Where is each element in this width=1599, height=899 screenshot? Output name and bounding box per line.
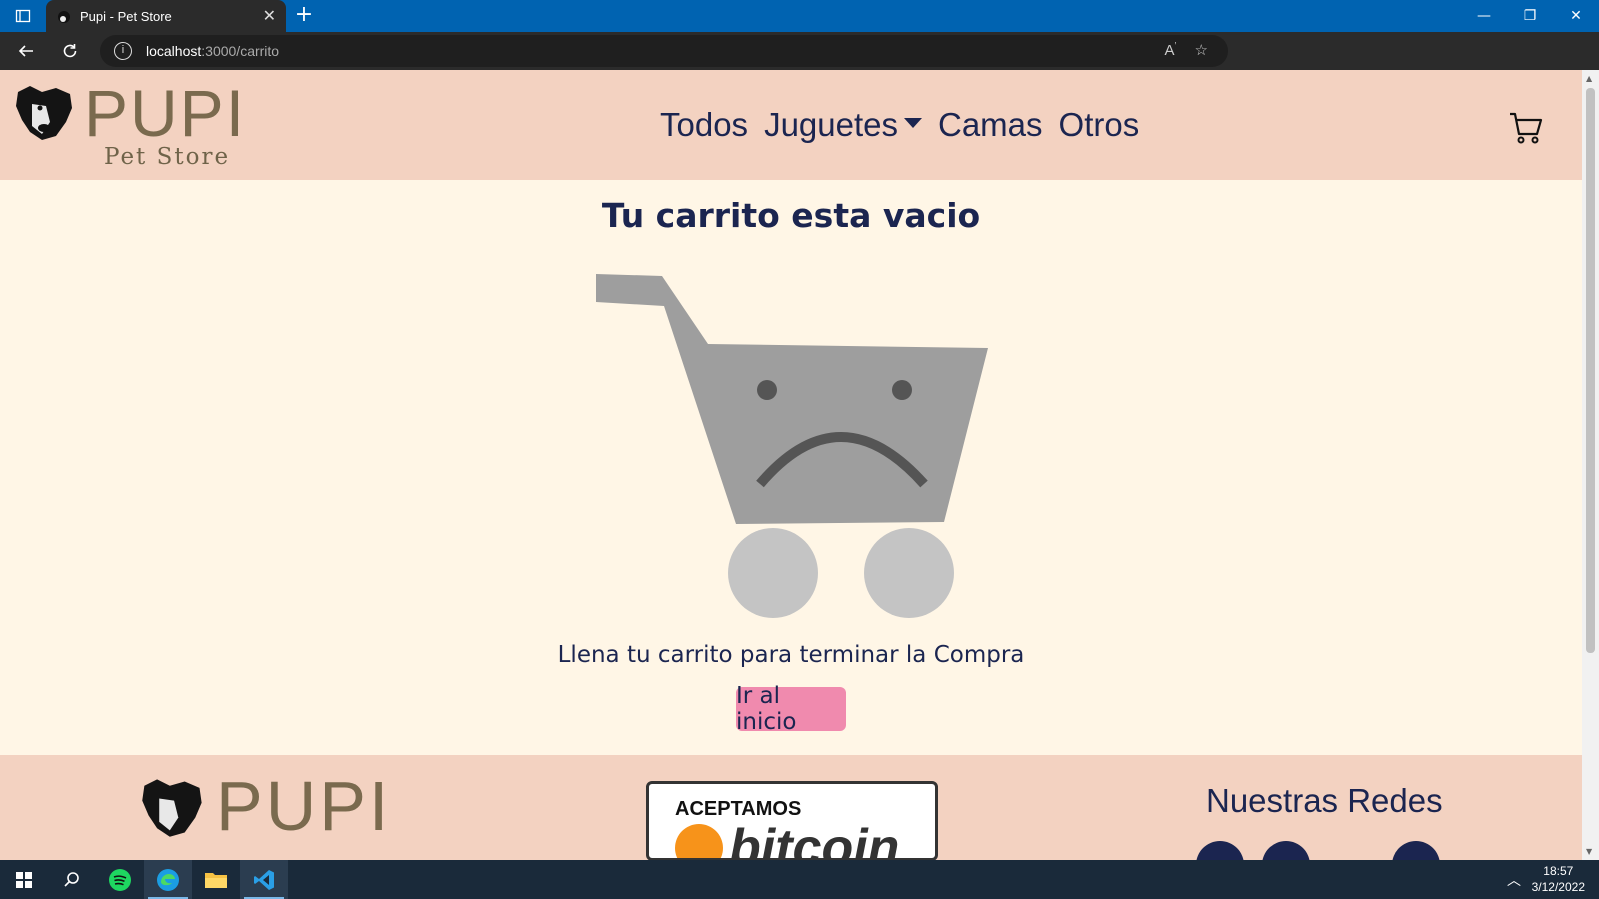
page-viewport: PUPI Pet Store Todos Juguetes Camas Otro… — [0, 70, 1582, 860]
social-title: Nuestras Redes — [1206, 782, 1443, 819]
social-icon-3[interactable] — [1392, 841, 1440, 860]
scrollbar-thumb[interactable] — [1586, 88, 1595, 653]
minimize-button[interactable]: — — [1461, 0, 1507, 32]
windows-logo-icon — [16, 871, 32, 888]
back-button[interactable] — [4, 32, 48, 70]
scroll-up-icon[interactable]: ▲ — [1586, 74, 1592, 83]
nav-item-otros[interactable]: Otros — [1059, 106, 1140, 144]
bitcoin-icon — [675, 824, 723, 858]
tab-actions-button[interactable] — [0, 0, 46, 32]
tab-title: Pupi - Pet Store — [80, 8, 172, 24]
vscode-taskbar-button[interactable] — [240, 860, 288, 899]
back-arrow-icon — [18, 45, 33, 57]
taskbar-clock[interactable]: 18:57 3/12/2022 — [1532, 863, 1585, 895]
nav-item-camas[interactable]: Camas — [938, 106, 1043, 144]
address-bar[interactable]: i localhost:3000/carrito Aʼ ☆ — [100, 35, 1228, 67]
bitcoin-badge: ACEPTAMOS bitcoin — [646, 781, 938, 860]
close-window-button[interactable]: ✕ — [1553, 0, 1599, 32]
page-scrollbar[interactable]: ▲ ▼ — [1582, 70, 1599, 860]
dog-favicon-icon — [58, 11, 70, 23]
tray-overflow-icon[interactable]: ︿ — [1507, 870, 1521, 890]
site-info-icon[interactable]: i — [114, 42, 132, 60]
vscode-icon — [254, 869, 274, 890]
site-header: PUPI Pet Store Todos Juguetes Camas Otro… — [0, 70, 1582, 180]
sad-cart-illustration-icon — [596, 274, 988, 618]
new-tab-button[interactable]: + — [292, 4, 316, 28]
clock-date: 3/12/2022 — [1531, 880, 1585, 894]
social-icon-1[interactable] — [1196, 841, 1244, 860]
go-home-button[interactable]: Ir al inicio — [736, 683, 846, 735]
social-icon-2[interactable] — [1262, 841, 1310, 860]
browser-toolbar: i localhost:3000/carrito Aʼ ☆ ⧉ ☆ ··· — [0, 32, 1599, 94]
search-icon — [64, 871, 79, 887]
refresh-icon — [63, 44, 77, 58]
edge-icon — [157, 868, 179, 891]
footer-dog-icon — [142, 779, 202, 837]
tab-close-icon[interactable]: ✕ — [263, 6, 276, 26]
dropdown-caret-icon — [904, 118, 922, 128]
browser-tab[interactable]: Pupi - Pet Store ✕ — [46, 0, 286, 32]
site-logo[interactable]: PUPI Pet Store — [12, 76, 252, 172]
nav-item-todos[interactable]: Todos — [660, 106, 748, 144]
cart-icon[interactable] — [1508, 110, 1544, 146]
site-footer: PUPI ACEPTAMOS bitcoin Nuestras Redes — [0, 755, 1582, 860]
read-aloud-icon[interactable]: Aʼ — [1165, 41, 1177, 59]
nav-item-juguetes-label: Juguetes — [764, 106, 898, 143]
windows-taskbar: ︿ 18:57 3/12/2022 — [0, 860, 1599, 899]
search-button[interactable] — [48, 860, 96, 899]
bitcoin-word: bitcoin — [729, 819, 900, 860]
folder-icon — [205, 872, 227, 888]
restore-button[interactable]: ❐ — [1507, 0, 1553, 32]
nav-item-juguetes[interactable]: Juguetes — [764, 106, 922, 144]
add-favorite-icon[interactable]: ☆ — [1195, 41, 1208, 59]
empty-cart-message: Llena tu carrito para terminar la Compra — [557, 642, 1025, 668]
footer-logo[interactable]: PUPI — [138, 767, 398, 845]
url-host: localhost — [146, 43, 202, 59]
window-controls: — ❐ ✕ — [1461, 0, 1599, 32]
refresh-button[interactable] — [48, 32, 92, 70]
dog-logo-icon — [16, 86, 72, 140]
spotify-taskbar-button[interactable] — [96, 860, 144, 899]
logo-word: PUPI — [84, 76, 247, 150]
logo-subtitle: Pet Store — [104, 144, 231, 170]
scroll-down-icon[interactable]: ▼ — [1586, 847, 1592, 856]
spotify-icon — [109, 868, 131, 891]
empty-cart-title: Tu carrito esta vacio — [601, 196, 981, 235]
file-explorer-taskbar-button[interactable] — [192, 860, 240, 899]
main-nav: Todos Juguetes Camas Otros — [660, 106, 1139, 144]
browser-tabbar: Pupi - Pet Store ✕ + — ❐ ✕ — [0, 0, 1599, 32]
start-button[interactable] — [0, 860, 48, 899]
footer-logo-word: PUPI — [216, 767, 392, 845]
url-path: :3000/carrito — [201, 43, 280, 59]
clock-time: 18:57 — [1543, 864, 1574, 878]
edge-taskbar-button[interactable] — [144, 860, 192, 899]
tab-actions-icon — [15, 9, 31, 23]
